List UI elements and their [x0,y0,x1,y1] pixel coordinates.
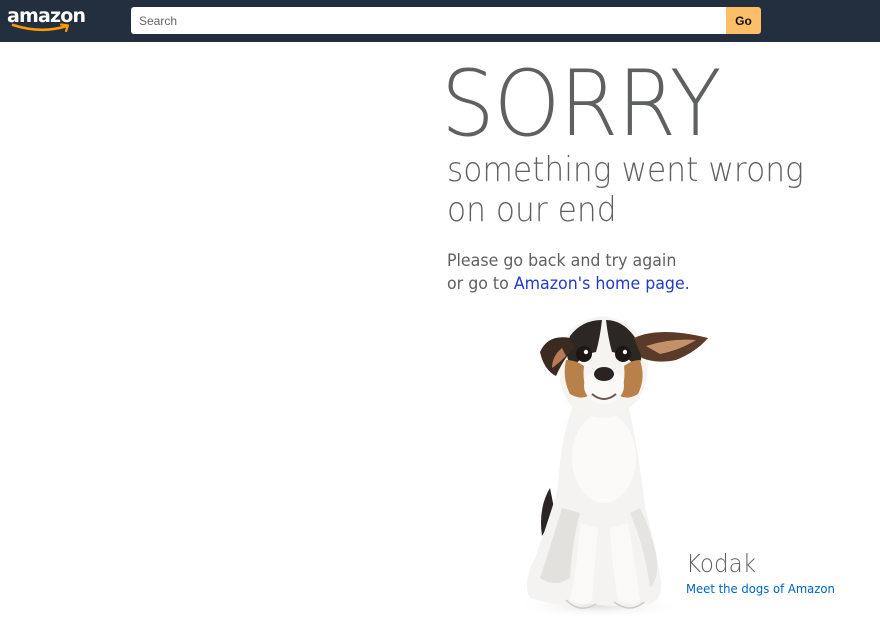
search-input[interactable] [131,7,726,34]
dog-name: Kodak [686,549,757,578]
error-instructions: Please go back and try again or go to Am… [447,250,690,296]
subtitle-line: something went wrong [447,150,804,190]
instruction-prefix: or go to [447,274,514,294]
dog-photo-icon [515,316,708,618]
instruction-line: or go to Amazon's home page. [447,273,690,296]
instruction-line: Please go back and try again [447,251,677,271]
smile-arrow-icon [11,23,70,33]
top-navigation-bar: amazon Go [0,0,880,42]
home-page-link[interactable]: Amazon's home page. [514,274,690,294]
error-subtitle: something went wrong on our end [447,150,804,230]
meet-the-dogs-link[interactable]: Meet the dogs of Amazon [686,581,835,597]
go-button[interactable]: Go [726,7,761,34]
amazon-logo[interactable]: amazon [7,5,87,35]
error-headline: SORRY [441,52,722,157]
subtitle-line: on our end [447,190,617,230]
